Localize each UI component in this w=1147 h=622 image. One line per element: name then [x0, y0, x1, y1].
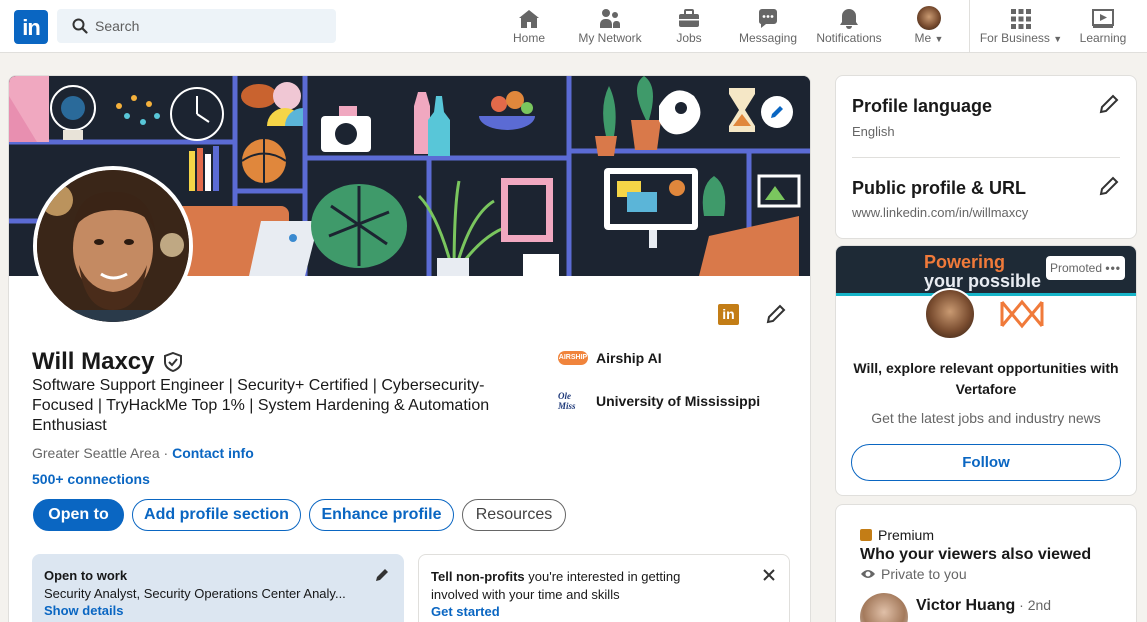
- add-profile-section-button[interactable]: Add profile section: [132, 499, 301, 531]
- nav-messaging-label: Messaging: [738, 31, 798, 45]
- contact-info-link[interactable]: Contact info: [172, 445, 254, 461]
- edit-open-to-work-pencil-icon[interactable]: [374, 567, 390, 583]
- verified-shield-icon[interactable]: [163, 352, 183, 372]
- pencil-icon: [771, 106, 783, 118]
- nonprofit-card: Tell non-profits you're interested in ge…: [418, 554, 790, 622]
- learning-icon: [1092, 9, 1114, 28]
- open-to-work-title: Open to work: [44, 568, 128, 583]
- ole-miss-logo: Ole Miss: [558, 391, 576, 411]
- current-company[interactable]: AIRSHIP Airship AI: [558, 350, 662, 366]
- viewer-degree: · 2nd: [1015, 597, 1052, 613]
- premium-icon: [860, 529, 872, 541]
- eye-icon: [861, 570, 875, 578]
- nav-home[interactable]: Home: [503, 0, 555, 52]
- me-avatar: [917, 6, 941, 30]
- profile-photo-image: [37, 170, 189, 322]
- nav-for-business-label: For Business: [979, 31, 1050, 45]
- close-icon[interactable]: [762, 568, 776, 582]
- follow-button[interactable]: Follow: [851, 444, 1121, 481]
- messaging-icon: [758, 9, 777, 28]
- profile-headline: Software Support Engineer | Security+ Ce…: [32, 377, 490, 434]
- home-icon: [519, 10, 539, 28]
- vertafore-logo: [1000, 299, 1044, 329]
- nav-learning[interactable]: Learning: [1076, 0, 1130, 52]
- company-name: Airship AI: [596, 350, 662, 366]
- search-input[interactable]: [95, 9, 325, 43]
- viewer-avatar[interactable]: [860, 593, 908, 622]
- open-to-button[interactable]: Open to: [33, 499, 124, 531]
- network-icon: [600, 9, 620, 28]
- global-nav: in Home My Network Jobs Messaging Notifi…: [0, 0, 1147, 53]
- ad-subtext: Get the latest jobs and industry news: [871, 410, 1101, 426]
- chevron-down-icon: ▼: [934, 34, 944, 44]
- nav-jobs[interactable]: Jobs: [664, 0, 714, 52]
- premium-label: Premium: [878, 527, 935, 543]
- airship-logo: AIRSHIP: [558, 351, 588, 365]
- profile-language-value: English: [852, 124, 895, 139]
- edit-banner-button[interactable]: [761, 96, 793, 128]
- open-to-work-roles: Security Analyst, Security Operations Ce…: [44, 586, 346, 601]
- ad-headline: Will, explore relevant opportunities wit…: [853, 360, 1119, 397]
- linkedin-logo[interactable]: in: [14, 10, 48, 44]
- search-box[interactable]: [57, 9, 336, 43]
- edit-language-pencil-icon[interactable]: [1098, 93, 1120, 115]
- search-icon: [72, 18, 88, 34]
- promoted-badge[interactable]: Promoted •••: [1046, 256, 1125, 280]
- private-label: Private to you: [881, 566, 967, 582]
- edit-intro-pencil-icon[interactable]: [765, 303, 787, 325]
- premium-viewers-card: Premium Who your viewers also viewed Pri…: [835, 504, 1137, 622]
- profile-language-title: Profile language: [852, 96, 993, 116]
- nav-jobs-label: Jobs: [676, 31, 702, 45]
- nav-learning-label: Learning: [1079, 31, 1127, 45]
- more-options-icon: •••: [1105, 261, 1121, 275]
- nav-home-label: Home: [512, 31, 545, 45]
- education-school[interactable]: Ole Miss University of Mississippi: [558, 391, 760, 411]
- grid-icon: [1011, 9, 1031, 29]
- profile-settings-card: Profile language English Public profile …: [835, 75, 1137, 239]
- school-name: University of Mississippi: [596, 393, 761, 409]
- linkedin-premium-badge[interactable]: in: [718, 304, 739, 325]
- enhance-profile-button[interactable]: Enhance profile: [309, 499, 454, 531]
- profile-card: in Will Maxcy Software Support Engineer …: [8, 75, 811, 622]
- nav-me-label: Me: [914, 31, 932, 45]
- nav-me[interactable]: Me ▼: [905, 0, 953, 52]
- connections-link[interactable]: 500+ connections: [32, 471, 150, 487]
- public-profile-title: Public profile & URL: [852, 178, 1027, 198]
- ad-user-avatar: [924, 288, 976, 340]
- profile-photo[interactable]: [33, 166, 193, 326]
- show-details-link[interactable]: Show details: [44, 603, 123, 618]
- nonprofit-bold: Tell non-profits: [431, 569, 525, 584]
- nav-my-network[interactable]: My Network: [572, 0, 648, 52]
- divider: [852, 157, 1120, 158]
- nav-messaging[interactable]: Messaging: [734, 0, 802, 52]
- edit-url-pencil-icon[interactable]: [1098, 175, 1120, 197]
- profile-location: Greater Seattle Area: [32, 445, 160, 461]
- public-profile-url: www.linkedin.com/in/willmaxcy: [852, 205, 1029, 220]
- nav-notifications-label: Notifications: [816, 31, 882, 45]
- nav-my-network-label: My Network: [578, 31, 642, 45]
- ad-banner-line1: Powering: [924, 252, 1006, 272]
- get-started-link[interactable]: Get started: [431, 604, 500, 619]
- nav-for-business[interactable]: For Business ▼: [978, 0, 1064, 52]
- nav-notifications[interactable]: Notifications: [811, 0, 887, 52]
- nav-divider: [969, 0, 970, 52]
- resources-button[interactable]: Resources: [462, 499, 566, 531]
- premium-title: Who your viewers also viewed: [860, 546, 1092, 563]
- briefcase-icon: [679, 9, 699, 27]
- promoted-ad-card: Powering your possible Promoted ••• Will…: [835, 245, 1137, 496]
- bell-icon: [840, 9, 858, 29]
- open-to-work-card[interactable]: Open to work Security Analyst, Security …: [32, 554, 404, 622]
- viewer-name[interactable]: Victor Huang: [916, 597, 1015, 614]
- profile-name: Will Maxcy: [32, 348, 155, 375]
- chevron-down-icon: ▼: [1053, 34, 1063, 44]
